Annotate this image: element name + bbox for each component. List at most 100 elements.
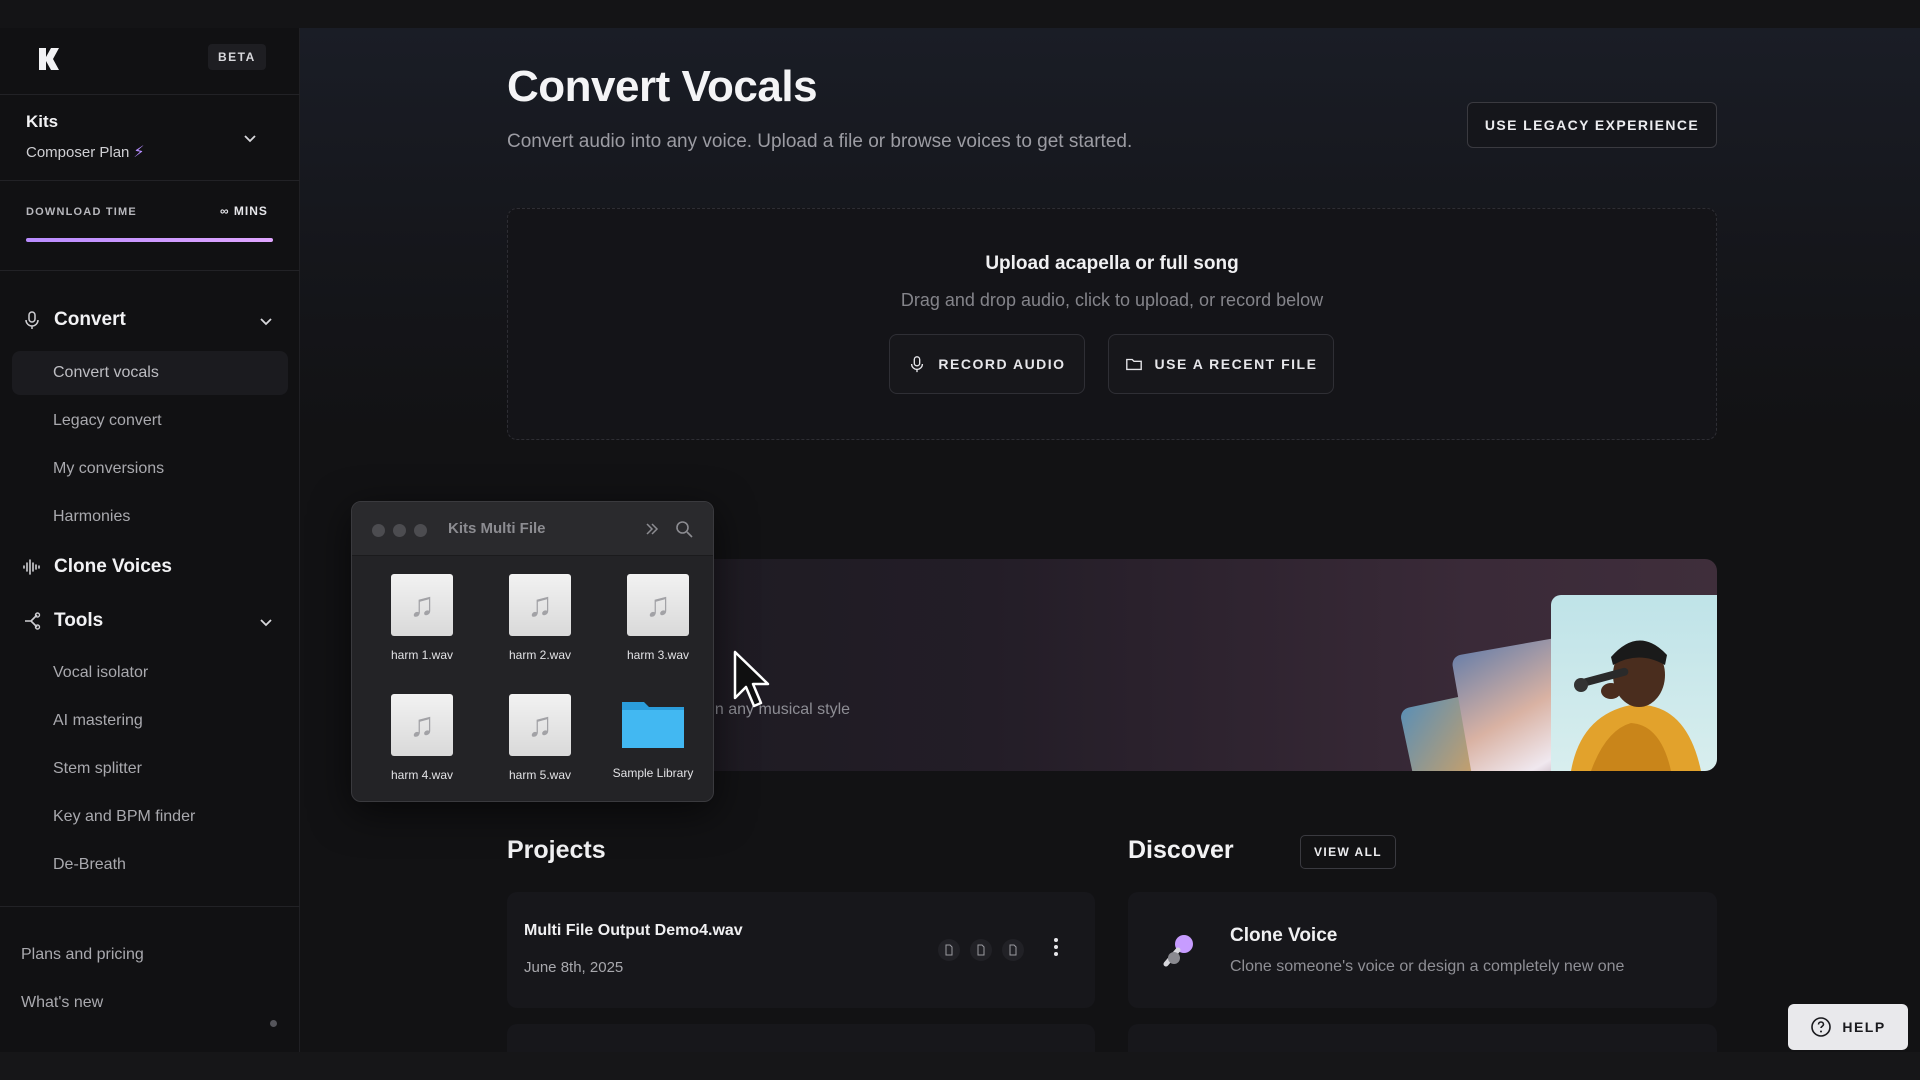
project-card[interactable]: [507, 1024, 1095, 1052]
discover-card-clone-voice[interactable]: Clone Voice Clone someone's voice or des…: [1128, 892, 1717, 1008]
projects-title: Projects: [507, 836, 606, 864]
project-name: Multi File Output Demo4.wav: [524, 922, 743, 939]
download-time-value: ∞ MINS: [220, 204, 268, 218]
folder-item[interactable]: Sample Library: [598, 692, 708, 780]
file-icon[interactable]: [938, 939, 960, 961]
record-audio-button[interactable]: RECORD AUDIO: [889, 334, 1085, 394]
help-label: HELP: [1842, 1019, 1886, 1035]
chevron-down-icon[interactable]: [240, 128, 260, 148]
chevron-double-right-icon[interactable]: [642, 519, 662, 539]
chevron-down-icon[interactable]: [256, 612, 276, 632]
nav-item-stem-splitter[interactable]: Stem splitter: [12, 747, 288, 791]
file-name: harm 5.wav: [508, 768, 572, 782]
beta-badge: BETA: [208, 44, 266, 70]
use-recent-file-button[interactable]: USE A RECENT FILE: [1108, 334, 1334, 394]
download-time-bar: [26, 238, 273, 242]
close-window-button[interactable]: [372, 524, 385, 537]
clone-voice-icon: [1163, 935, 1193, 967]
audio-file-icon: ♫: [509, 694, 571, 756]
use-legacy-experience-button[interactable]: USE LEGACY EXPERIENCE: [1467, 102, 1717, 148]
window-top-bar: [0, 0, 1920, 28]
download-time-fill: [26, 238, 273, 242]
mouse-cursor-icon: [733, 650, 770, 708]
upload-subtitle: Drag and drop audio, click to upload, or…: [900, 290, 1324, 310]
nav-section-convert[interactable]: Convert: [22, 306, 126, 334]
audio-file-item[interactable]: ♫ harm 4.wav: [367, 694, 477, 782]
divider: [0, 180, 300, 181]
help-icon: [1811, 1017, 1832, 1037]
file-icon[interactable]: [970, 939, 992, 961]
help-button[interactable]: HELP: [1788, 1004, 1908, 1050]
use-recent-file-label: USE A RECENT FILE: [1154, 356, 1318, 372]
discover-title: Discover: [1128, 836, 1234, 864]
notification-dot: [270, 1020, 277, 1027]
file-name: harm 3.wav: [626, 648, 690, 662]
singer-photo-icon: [1551, 595, 1717, 771]
waveform-icon: [23, 559, 40, 575]
finder-window[interactable]: Kits Multi File ♫ harm 1.wav ♫ harm 2.wa…: [351, 501, 714, 802]
audio-file-item[interactable]: ♫ harm 5.wav: [485, 694, 595, 782]
nav-item-legacy-convert[interactable]: Legacy convert: [12, 399, 288, 443]
plans-and-pricing-link[interactable]: Plans and pricing: [21, 946, 144, 964]
audio-file-icon: ♫: [509, 574, 571, 636]
folder-name: Sample Library: [612, 766, 694, 780]
minimize-window-button[interactable]: [393, 524, 406, 537]
upload-dropzone[interactable]: Upload acapella or full song Drag and dr…: [507, 208, 1717, 440]
file-name: harm 2.wav: [508, 648, 572, 662]
audio-file-icon: ♫: [391, 694, 453, 756]
plan-name: Composer Plan: [26, 143, 130, 161]
more-options-icon[interactable]: [1052, 936, 1060, 958]
nav-item-harmonies[interactable]: Harmonies: [12, 495, 288, 539]
view-all-button[interactable]: VIEW ALL: [1300, 835, 1396, 869]
kits-logo-icon[interactable]: [36, 46, 62, 72]
microphone-icon: [911, 356, 924, 373]
file-name: harm 1.wav: [390, 648, 454, 662]
audio-file-item[interactable]: ♫ harm 2.wav: [485, 574, 595, 662]
search-icon[interactable]: [674, 519, 694, 539]
audio-file-icon: ♫: [391, 574, 453, 636]
microphone-icon: [25, 311, 39, 329]
audio-file-item[interactable]: ♫ harm 3.wav: [603, 574, 713, 662]
plan-switcher[interactable]: Kits Composer Plan ⚡: [26, 112, 276, 172]
download-time-label: DOWNLOAD TIME: [26, 206, 137, 218]
nav-section-label: Clone Voices: [54, 556, 172, 577]
project-card[interactable]: Multi File Output Demo4.wav June 8th, 20…: [507, 892, 1095, 1008]
nav-item-de-breath[interactable]: De-Breath: [12, 843, 288, 887]
divider: [0, 906, 300, 907]
discover-item-subtitle: Clone someone's voice or design a comple…: [1230, 958, 1625, 975]
page-subtitle: Convert audio into any voice. Upload a f…: [507, 131, 1133, 152]
project-date: June 8th, 2025: [524, 959, 624, 976]
folder-icon: [620, 692, 686, 754]
nav-item-my-conversions[interactable]: My conversions: [12, 447, 288, 491]
folder-icon: [1125, 358, 1142, 371]
file-icon[interactable]: [1002, 939, 1024, 961]
nav-section-label: Convert: [54, 309, 126, 330]
discover-card[interactable]: [1128, 1024, 1717, 1052]
artist-photo: [1551, 595, 1717, 771]
finder-titlebar[interactable]: Kits Multi File: [352, 502, 713, 556]
whats-new-link[interactable]: What's new: [21, 994, 103, 1012]
divider: [0, 94, 300, 95]
nav-section-tools[interactable]: Tools: [22, 607, 103, 635]
audio-file-item[interactable]: ♫ harm 1.wav: [367, 574, 477, 662]
nav-item-ai-mastering[interactable]: AI mastering: [12, 699, 288, 743]
nav-item-key-bpm-finder[interactable]: Key and BPM finder: [12, 795, 288, 839]
sidebar: BETA Kits Composer Plan ⚡ DOWNLOAD TIME …: [0, 28, 300, 1052]
zoom-window-button[interactable]: [414, 524, 427, 537]
page-title: Convert Vocals: [507, 62, 818, 111]
workspace-name: Kits: [26, 112, 59, 131]
nav-section-label: Tools: [54, 610, 104, 631]
plan-name-row: Composer Plan ⚡: [26, 142, 276, 162]
chevron-down-icon[interactable]: [256, 311, 276, 331]
nav-section-clone-voices[interactable]: Clone Voices: [22, 553, 172, 581]
nav-item-vocal-isolator[interactable]: Vocal isolator: [12, 651, 288, 695]
file-name: harm 4.wav: [390, 768, 454, 782]
finder-title: Kits Multi File: [448, 520, 546, 537]
discover-item-title: Clone Voice: [1230, 925, 1338, 946]
bolt-icon: ⚡: [133, 144, 145, 161]
audio-file-icon: ♫: [627, 574, 689, 636]
divider: [0, 270, 300, 271]
nav-item-convert-vocals[interactable]: Convert vocals: [12, 351, 288, 395]
tools-icon: [25, 612, 41, 630]
upload-title: Upload acapella or full song: [985, 253, 1239, 274]
